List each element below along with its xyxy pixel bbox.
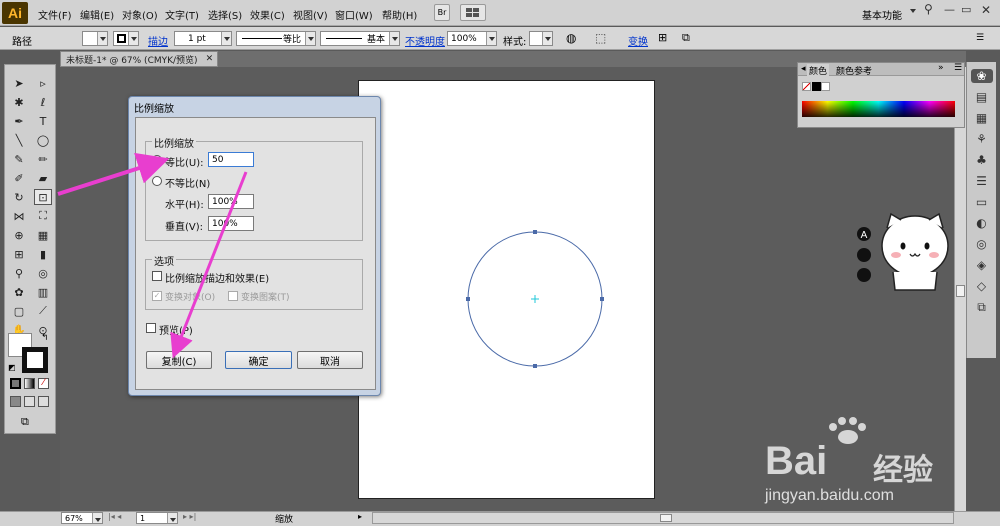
style-label: 样式: (503, 37, 527, 48)
svg-text:A: A (861, 230, 868, 241)
anchor-point[interactable] (533, 364, 537, 368)
isolate-icon[interactable]: ⊞ (658, 31, 667, 44)
tab-color[interactable]: 颜色 (807, 64, 830, 77)
stroke-panel-icon[interactable]: ☰ (976, 174, 987, 188)
baidu-watermark: Bai 经验 jingyan.baidu.com (765, 415, 945, 515)
color-guide-icon[interactable]: ▤ (976, 90, 987, 104)
transparency-icon[interactable]: ◐ (976, 216, 986, 230)
color-panel-icon[interactable]: ❀ (970, 69, 993, 83)
zoom-select[interactable]: 67% (61, 512, 103, 524)
mascot-sticker: A (857, 212, 949, 291)
panel-dock: ❀ ▤ ▦ ⚘ ♣ ☰ ▭ ◐ ◎ ◈ ◇ ⧉ (966, 62, 996, 358)
workspace-switcher[interactable]: 基本功能 (862, 7, 902, 22)
minimize-icon[interactable]: — (944, 3, 955, 16)
gear-icon (857, 268, 871, 282)
color-panel: ◂ 颜色 颜色参考 » ☰ (797, 62, 965, 128)
first-artboard-icon[interactable]: |◂ ◂ (108, 512, 121, 521)
recolor-icon[interactable]: ◍ (566, 31, 576, 45)
collapse-icon[interactable]: ◂ (801, 64, 806, 74)
restore-icon[interactable]: ▭ (961, 3, 971, 16)
color-spectrum[interactable] (802, 101, 955, 117)
current-tool-status: 缩放 (275, 515, 294, 525)
scroll-thumb[interactable] (956, 285, 965, 297)
artboards-icon[interactable]: ⧉ (977, 300, 986, 315)
arrow-to-copy (170, 171, 248, 359)
opacity-input[interactable]: 100% (447, 31, 497, 46)
tab-color-guide[interactable]: 颜色参考 (836, 64, 872, 77)
horizontal-scrollbar[interactable] (372, 512, 954, 524)
annotation-arrows (57, 152, 248, 359)
layers-icon[interactable]: ◇ (977, 279, 986, 293)
white-swatch-icon[interactable] (821, 82, 830, 91)
watermark-url: jingyan.baidu.com (765, 487, 894, 504)
arrange-documents-button[interactable] (460, 4, 486, 21)
appearance-icon[interactable]: ◎ (976, 237, 986, 251)
search-icon[interactable]: ⚲ (924, 2, 933, 16)
arrow-to-uniform (57, 152, 170, 196)
graphic-styles-icon[interactable]: ◈ (977, 258, 986, 272)
anchor-point[interactable] (533, 230, 537, 234)
grid-icon (466, 8, 479, 17)
gradient-panel-icon[interactable]: ▭ (976, 195, 987, 209)
panel-menu-icon[interactable]: ☰ (954, 63, 962, 73)
swatches-icon[interactable]: ▦ (976, 111, 987, 125)
center-point-icon (531, 295, 539, 303)
arrange-icon[interactable]: ⧉ (682, 31, 690, 45)
none-swatch-icon[interactable] (802, 82, 811, 91)
chevron-down-icon (910, 9, 916, 13)
screen-mode-icon[interactable]: ⧉ (21, 415, 29, 429)
align-icon[interactable]: ⬚ (595, 31, 606, 45)
symbols-icon[interactable]: ♣ (976, 153, 987, 167)
paw-icon (829, 417, 866, 444)
artboard-number-select[interactable]: 1 (136, 512, 178, 524)
graphic-style-select[interactable] (529, 31, 553, 46)
expand-panel-icon[interactable]: » (938, 63, 944, 73)
music-badge-icon (857, 248, 871, 262)
vertical-scrollbar[interactable] (954, 67, 966, 511)
black-swatch-icon[interactable] (812, 82, 821, 91)
close-icon[interactable]: ✕ (981, 3, 991, 17)
bridge-button[interactable]: Br (434, 4, 450, 21)
next-artboard-icon[interactable]: ▸ ▸| (183, 512, 196, 521)
watermark-brand-cn: 经验 (873, 453, 933, 488)
selected-circle[interactable] (460, 225, 610, 375)
brushes-icon[interactable]: ⚘ (976, 132, 987, 146)
anchor-point[interactable] (466, 297, 470, 301)
watermark-brand: Bai (765, 439, 828, 483)
opacity-link[interactable]: 不透明度 (405, 33, 445, 48)
scroll-thumb[interactable] (660, 514, 672, 522)
transform-link[interactable]: 变换 (628, 33, 648, 48)
status-menu-icon[interactable]: ▸ (358, 512, 362, 521)
panel-menu-icon[interactable]: ☰ (976, 33, 984, 43)
anchor-point[interactable] (600, 297, 604, 301)
